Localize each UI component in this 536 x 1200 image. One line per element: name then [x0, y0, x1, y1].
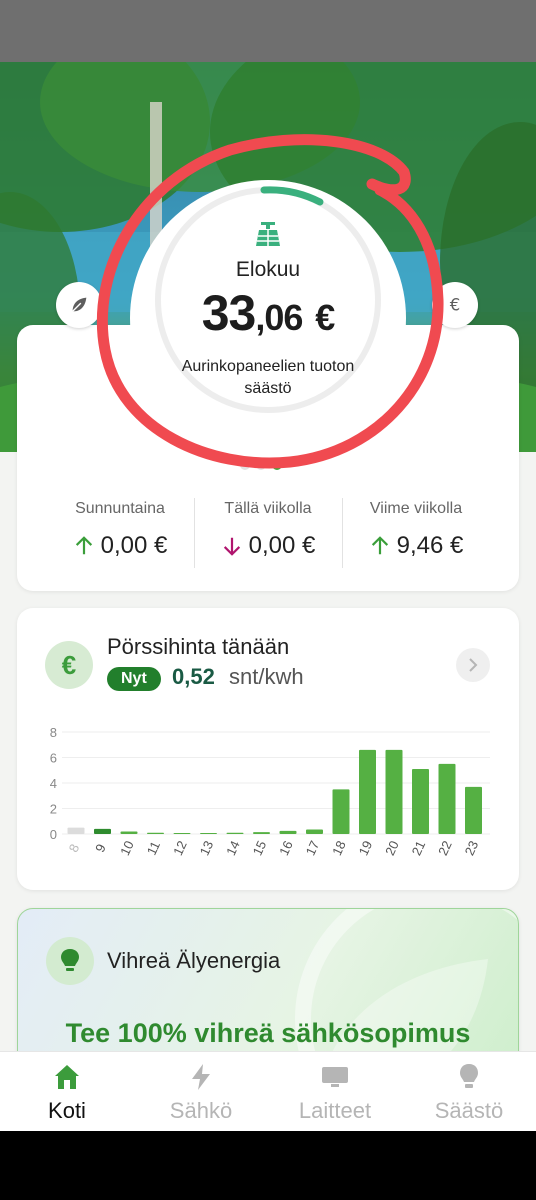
chart-bar [438, 763, 456, 834]
savings-amount-integer: 33 [201, 285, 257, 341]
chart-bar [306, 829, 323, 834]
stat-value: 9,46 € [396, 532, 464, 559]
green-energy-cta[interactable]: Tee 100% vihreä sähkösopimus [0, 1018, 536, 1049]
stat-value: 0,00 € [248, 532, 316, 559]
monitor-icon [322, 1067, 348, 1087]
arrow-down-icon [223, 537, 240, 556]
chart-bar [412, 768, 429, 834]
y-tick-label: 8 [50, 725, 57, 740]
home-icon [55, 1065, 79, 1089]
stat-value-row: 0,00 € [188, 532, 348, 560]
x-tick-label: 16 [276, 838, 296, 857]
nav-item-electricity[interactable]: Sähkö [134, 1052, 268, 1131]
chart-bar [385, 749, 403, 834]
nav-label: Koti [48, 1098, 86, 1123]
nav-label: Laitteet [298, 1098, 372, 1123]
stat-last-week: Viime viikolla 9,46 € [336, 500, 496, 560]
bulb-icon [460, 1064, 478, 1088]
price-details-button[interactable] [456, 648, 490, 682]
chart-bar [279, 830, 297, 834]
chart-bar [200, 833, 217, 834]
svg-text:€: € [450, 296, 461, 315]
y-tick-label: 4 [50, 776, 57, 791]
x-tick-label: 14 [223, 838, 243, 857]
chart-bar [359, 749, 376, 834]
eco-view-button[interactable] [56, 282, 102, 328]
stat-value: 0,00 € [100, 532, 168, 559]
x-tick-label: 21 [409, 838, 429, 857]
x-tick-label: 23 [462, 838, 482, 857]
chart-bar [120, 831, 138, 834]
savings-currency: € [315, 297, 335, 338]
savings-month: Elokuu [235, 258, 301, 281]
x-tick-label: 12 [170, 838, 190, 857]
arrow-up-icon [371, 536, 388, 555]
savings-amount-decimal: ,06 [255, 297, 303, 338]
pager-dot[interactable] [240, 460, 250, 470]
chart-bar [94, 828, 111, 834]
arrow-up-icon [75, 536, 92, 555]
chart-bar [253, 832, 270, 834]
stat-label: Tällä viikolla [224, 500, 312, 517]
nav-item-savings[interactable]: Säästö [402, 1052, 536, 1131]
status-bar [0, 0, 536, 62]
savings-label: Aurinkopaneelien tuoton säästö [181, 358, 355, 397]
system-navigation-bar [0, 1131, 536, 1200]
chart-bar [173, 833, 191, 834]
stat-label: Viime viikolla [369, 500, 463, 517]
nav-label: Säästö [434, 1098, 504, 1123]
stat-sunday: Sunnuntaina 0,00 € [40, 500, 200, 560]
x-tick-label: 17 [303, 838, 323, 857]
stat-this-week: Tällä viikolla 0,00 € [188, 500, 348, 560]
pager-dots [240, 460, 282, 470]
chart-bar [67, 827, 85, 834]
pager-dot[interactable] [256, 460, 266, 470]
chart-bar [465, 786, 482, 834]
euro-view-button[interactable]: € [432, 282, 478, 328]
stat-value-row: 9,46 € [336, 532, 496, 560]
bulb-badge-icon [46, 937, 94, 985]
price-unit: snt/kwh [229, 664, 304, 689]
price-bar-chart: 024688 9 10 11 12 13 14 15 16 17 18 19 20 21 22 23 [50, 725, 490, 858]
chevron-right-icon [469, 658, 478, 672]
x-tick-label: 9 [92, 842, 109, 855]
x-tick-label: 20 [382, 838, 402, 857]
euro-icon: € [450, 296, 461, 315]
savings-ring: Elokuu 33,06 € Aurinkopaneelien tuoton s… [148, 180, 388, 420]
solar-panel-icon [256, 222, 280, 246]
x-tick-label: 11 [144, 839, 163, 858]
x-tick-label: 15 [250, 838, 270, 857]
nav-item-home[interactable]: Koti [0, 1052, 134, 1131]
chart-bar [147, 832, 164, 834]
chart-bar [332, 789, 350, 834]
green-energy-title: Vihreä Älyenergia [107, 948, 281, 973]
chart-bar [226, 832, 244, 834]
stat-value-row: 0,00 € [40, 532, 200, 560]
now-badge: Nyt [107, 667, 161, 691]
x-tick-label: 18 [329, 838, 349, 857]
nav-item-devices[interactable]: Laitteet [268, 1052, 402, 1131]
current-price: 0,52 [172, 664, 215, 689]
x-tick-label: 8 [66, 842, 83, 855]
y-tick-label: 0 [50, 827, 57, 842]
bolt-icon [192, 1064, 210, 1090]
x-tick-label: 22 [435, 838, 455, 857]
y-tick-label: 2 [50, 802, 57, 817]
bottom-nav: Koti Sähkö Laitteet Säästö [0, 1051, 536, 1131]
savings-amount: 33,06 € [148, 284, 388, 342]
x-tick-label: 19 [356, 838, 376, 857]
pager-dot-active[interactable] [272, 460, 282, 470]
nav-label: Sähkö [169, 1098, 233, 1123]
x-tick-label: 13 [197, 838, 217, 857]
price-title: Pörssihinta tänään [107, 634, 290, 659]
stat-label: Sunnuntaina [75, 500, 165, 517]
leaf-icon [72, 297, 87, 312]
y-tick-label: 6 [50, 751, 57, 766]
euro-badge-icon: € [45, 641, 93, 689]
x-tick-label: 10 [117, 838, 137, 857]
